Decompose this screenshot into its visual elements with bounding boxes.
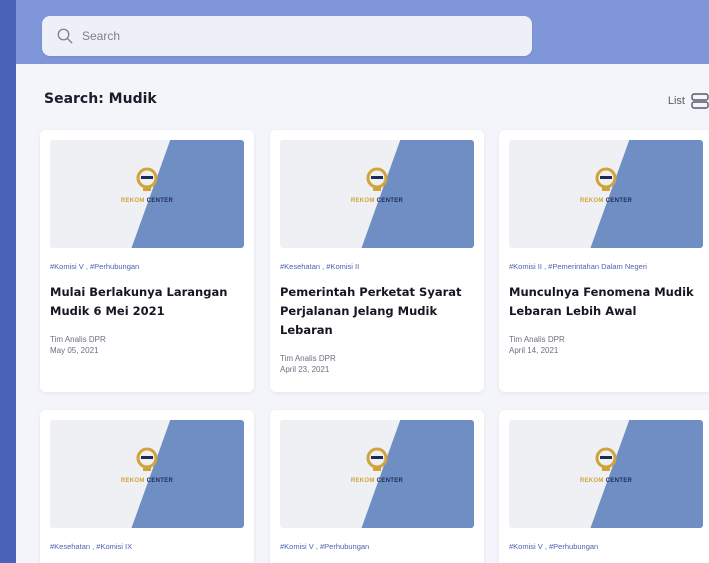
- result-card[interactable]: REKOM CENTER #Kesehatan , #Komisi IX: [40, 410, 254, 563]
- app-frame: Search Search: Mudik List REKOM CENTER #…: [16, 0, 709, 563]
- card-date: May 05, 2021: [50, 346, 99, 355]
- rekom-center-logo: REKOM CENTER: [551, 446, 661, 484]
- result-card[interactable]: REKOM CENTER #Komisi V , #Perhubungan: [270, 410, 484, 563]
- card-author: Tim Analis DPR: [280, 354, 336, 363]
- card-thumbnail: REKOM CENTER: [50, 140, 244, 248]
- card-tags[interactable]: #Komisi II , #Pemerintahan Dalam Negeri: [509, 262, 703, 271]
- logo-emblem-icon: [595, 447, 617, 471]
- result-card[interactable]: REKOM CENTER #Kesehatan , #Komisi II Pem…: [270, 130, 484, 392]
- card-tags[interactable]: #Komisi V , #Perhubungan: [280, 542, 474, 551]
- logo-emblem-icon: [595, 167, 617, 191]
- logo-emblem-icon: [136, 447, 158, 471]
- card-thumbnail: REKOM CENTER: [280, 140, 474, 248]
- rekom-center-logo: REKOM CENTER: [92, 446, 202, 484]
- rekom-center-logo: REKOM CENTER: [551, 166, 661, 204]
- card-title[interactable]: Munculnya Fenomena Mudik Lebaran Lebih A…: [509, 283, 703, 321]
- search-input[interactable]: Search: [42, 16, 532, 56]
- card-thumbnail: REKOM CENTER: [509, 140, 703, 248]
- logo-emblem-icon: [136, 167, 158, 191]
- card-date: April 14, 2021: [509, 346, 559, 355]
- rekom-center-logo: REKOM CENTER: [92, 166, 202, 204]
- card-thumbnail: REKOM CENTER: [280, 420, 474, 528]
- logo-emblem-icon: [366, 447, 388, 471]
- card-title[interactable]: Pemerintah Perketat Syarat Perjalanan Je…: [280, 283, 474, 340]
- result-card[interactable]: REKOM CENTER #Komisi V , #Perhubungan: [499, 410, 709, 563]
- card-tags[interactable]: #Kesehatan , #Komisi IX: [50, 542, 244, 551]
- card-author: Tim Analis DPR: [509, 335, 565, 344]
- list-view-toggle[interactable]: List: [668, 93, 709, 109]
- card-thumbnail: REKOM CENTER: [509, 420, 703, 528]
- card-tags[interactable]: #Kesehatan , #Komisi II: [280, 262, 474, 271]
- page-title: Search: Mudik: [44, 91, 157, 107]
- result-card[interactable]: REKOM CENTER #Komisi V , #Perhubungan Mu…: [40, 130, 254, 392]
- card-tags[interactable]: #Komisi V , #Perhubungan: [509, 542, 703, 551]
- list-view-icon: [691, 93, 709, 109]
- result-card[interactable]: REKOM CENTER #Komisi II , #Pemerintahan …: [499, 130, 709, 392]
- rekom-center-logo: REKOM CENTER: [322, 166, 432, 204]
- card-date: April 23, 2021: [280, 365, 330, 374]
- search-placeholder: Search: [82, 29, 121, 43]
- search-icon: [57, 28, 73, 44]
- card-title[interactable]: Mulai Berlakunya Larangan Mudik 6 Mei 20…: [50, 283, 244, 321]
- view-toggle-label: List: [667, 95, 685, 107]
- top-bar: Search: [16, 0, 709, 64]
- card-tags[interactable]: #Komisi V , #Perhubungan: [50, 262, 244, 271]
- card-thumbnail: REKOM CENTER: [50, 420, 244, 528]
- logo-emblem-icon: [366, 167, 388, 191]
- rekom-center-logo: REKOM CENTER: [322, 446, 432, 484]
- card-author: Tim Analis DPR: [50, 335, 106, 344]
